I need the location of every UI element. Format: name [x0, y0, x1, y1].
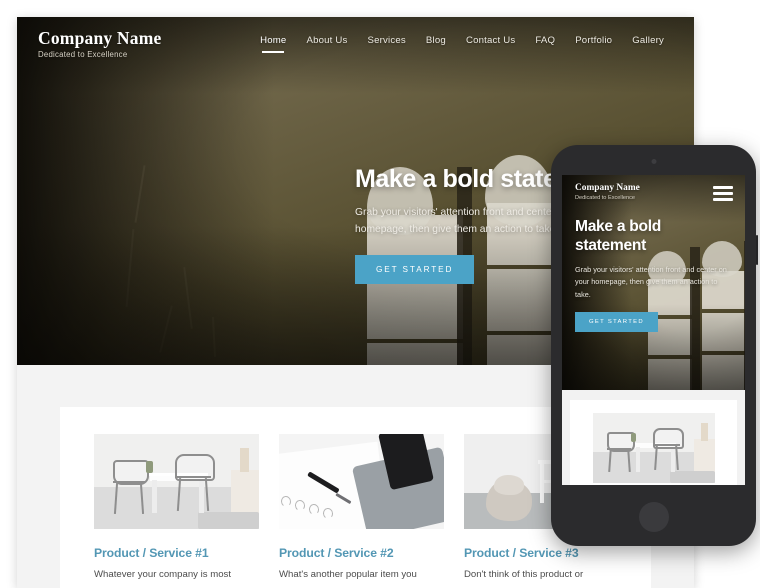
nav-item-contact-us[interactable]: Contact Us [456, 35, 525, 46]
brand-name: Company Name [38, 28, 162, 48]
nav-item-services[interactable]: Services [358, 35, 416, 46]
screenshot-stage: Company Name Dedicated to Excellence Hom… [0, 0, 760, 588]
mobile-brand-block: Company Name Dedicated to Excellence [575, 183, 640, 201]
mobile-header: Company Name Dedicated to Excellence [562, 175, 745, 209]
product-columns: Product / Service #1 Whatever your compa… [94, 434, 629, 583]
mobile-hero-section: Company Name Dedicated to Excellence Mak… [562, 175, 745, 390]
mobile-brand-tagline: Dedicated to Excellence [575, 194, 636, 201]
product-title-1[interactable]: Product / Service #1 [94, 546, 259, 560]
dining-table-metal-chairs-photo[interactable] [94, 434, 259, 529]
hamburger-menu-icon[interactable] [713, 186, 733, 204]
mobile-get-started-button[interactable]: GET STARTED [575, 311, 658, 332]
brand-tagline: Dedicated to Excellence [38, 50, 128, 60]
get-started-button[interactable]: GET STARTED [355, 255, 475, 285]
nav-item-blog[interactable]: Blog [416, 35, 456, 46]
phone-home-button[interactable] [638, 502, 669, 532]
product-text-1: Whatever your company is most [94, 569, 232, 580]
mobile-content-section [562, 390, 745, 485]
nav-item-about-us[interactable]: About Us [296, 35, 357, 46]
mobile-hero-subheading: Grab your visitors' attention front and … [575, 265, 727, 299]
nav-item-home[interactable]: Home [250, 35, 296, 46]
mobile-hero-heading: Make a bold statement [575, 218, 661, 255]
mobile-content-card [570, 400, 737, 485]
product-text-3: Don't think of this product or [464, 569, 584, 580]
phone-screen: Company Name Dedicated to Excellence Mak… [562, 175, 745, 485]
product-column-2: Product / Service #2 What's another popu… [279, 434, 444, 583]
brand-block: Company Name Dedicated to Excellence [38, 28, 162, 60]
product-title-3[interactable]: Product / Service #3 [464, 546, 629, 560]
nav-item-gallery[interactable]: Gallery [622, 35, 674, 46]
main-navigation: Home About Us Services Blog Contact Us F… [250, 35, 674, 46]
phone-camera-icon [651, 159, 656, 164]
nav-item-portfolio[interactable]: Portfolio [565, 35, 622, 46]
nav-item-faq[interactable]: FAQ [525, 35, 565, 46]
site-header: Company Name Dedicated to Excellence Hom… [17, 17, 694, 79]
phone-power-button[interactable] [755, 235, 758, 265]
product-text-2: What's another popular item you [279, 569, 417, 580]
mobile-hero-copy: Make a bold statement Grab your visitors… [575, 217, 735, 332]
product-column-1: Product / Service #1 Whatever your compa… [94, 434, 259, 583]
desk-pen-tablet-phone-photo[interactable] [279, 434, 444, 529]
mobile-brand-name: Company Name [575, 183, 640, 193]
product-title-2[interactable]: Product / Service #2 [279, 546, 444, 560]
mobile-phone-mockup: Company Name Dedicated to Excellence Mak… [551, 145, 758, 546]
mobile-dining-table-metal-chairs-photo[interactable] [593, 413, 715, 483]
